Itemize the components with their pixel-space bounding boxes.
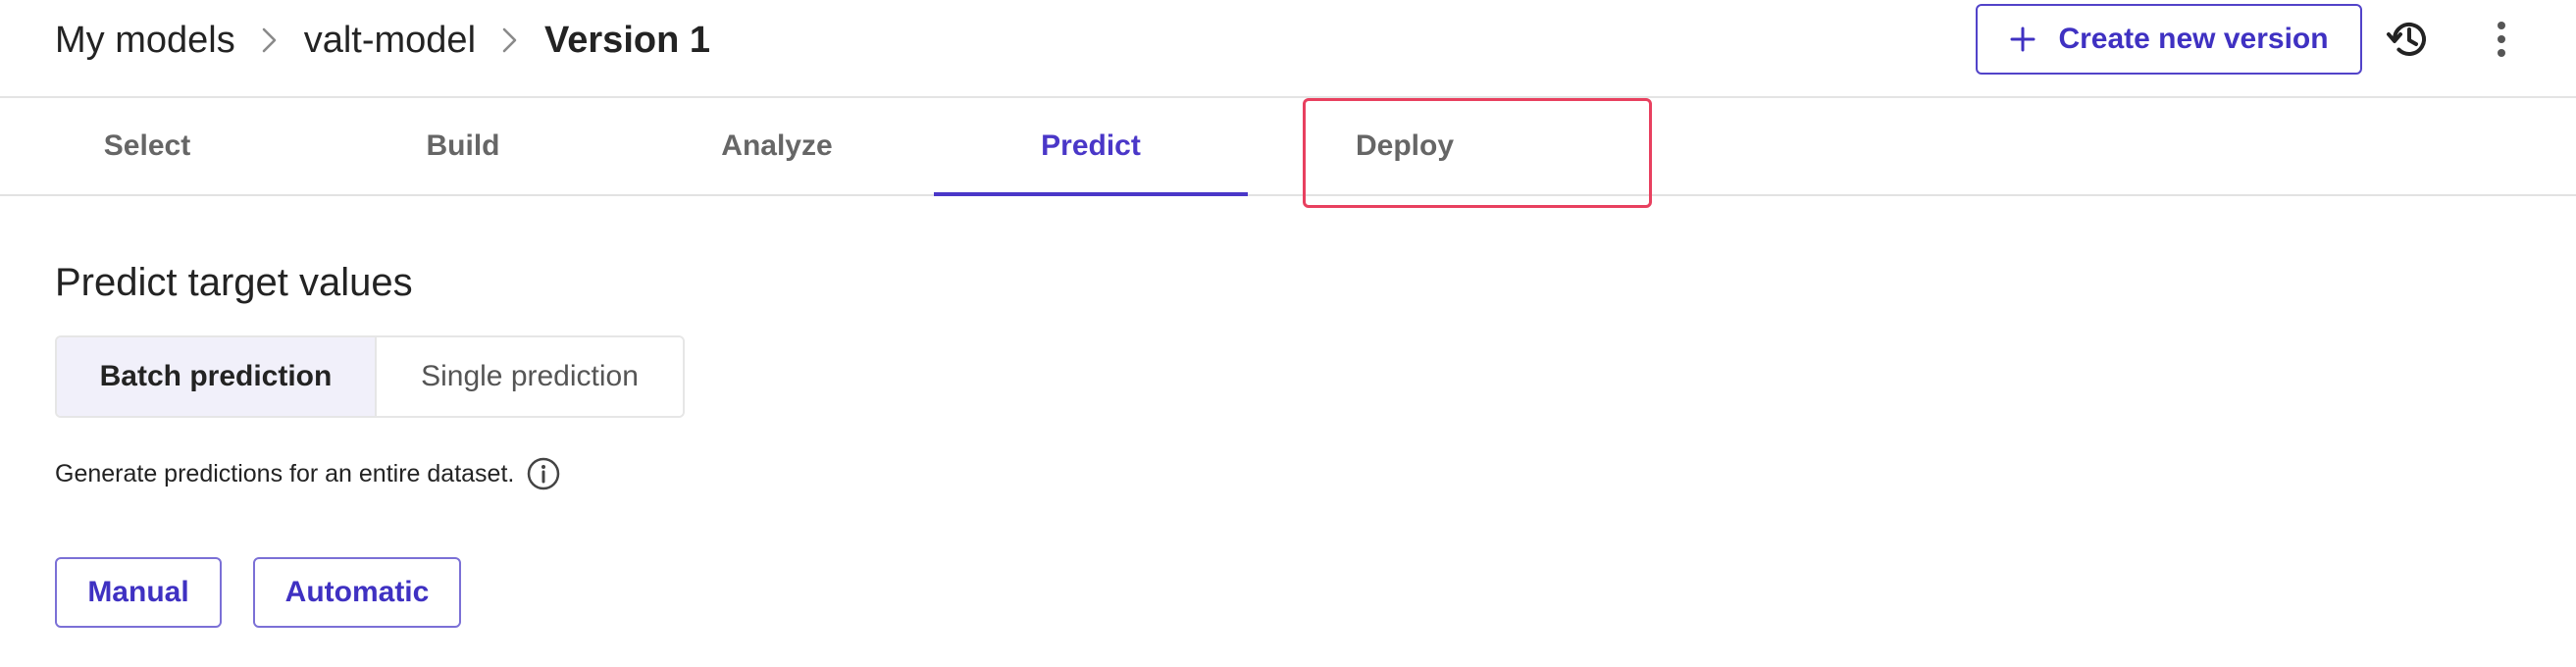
breadcrumb-valt-model[interactable]: valt-model [304, 20, 476, 62]
tab-analyze[interactable]: Analyze [620, 98, 934, 194]
workflow-tabs: Select Build Analyze Predict Deploy [0, 98, 2576, 196]
batch-prediction-option[interactable]: Batch prediction [57, 337, 377, 416]
info-icon[interactable] [526, 456, 561, 491]
manual-button[interactable]: Manual [55, 557, 222, 628]
section-title: Predict target values [55, 261, 413, 304]
more-options-button[interactable] [2472, 10, 2531, 69]
history-icon [2387, 23, 2426, 56]
chevron-right-icon [476, 14, 544, 67]
breadcrumb: My models valt-model Version 1 [55, 14, 710, 67]
more-vertical-icon [2498, 22, 2505, 57]
chevron-right-icon [235, 14, 304, 67]
description-text: Generate predictions for an entire datas… [55, 459, 515, 487]
tab-deploy[interactable]: Deploy [1248, 98, 1562, 194]
prediction-mode-toggle: Batch prediction Single prediction [55, 335, 685, 418]
tab-predict[interactable]: Predict [934, 98, 1248, 196]
create-new-version-button[interactable]: Create new version [1976, 4, 2362, 75]
single-prediction-option[interactable]: Single prediction [377, 337, 683, 416]
automatic-button[interactable]: Automatic [253, 557, 461, 628]
version-history-button[interactable] [2380, 10, 2439, 69]
tab-build[interactable]: Build [306, 98, 620, 194]
plus-icon [2010, 26, 2035, 52]
page: My models valt-model Version 1 Create ne… [0, 0, 2576, 667]
breadcrumb-current-version: Version 1 [544, 19, 710, 61]
tab-select[interactable]: Select [0, 98, 304, 194]
breadcrumb-my-models[interactable]: My models [55, 20, 235, 62]
create-new-version-label: Create new version [2058, 23, 2329, 55]
prediction-description: Generate predictions for an entire datas… [55, 451, 561, 496]
header: My models valt-model Version 1 Create ne… [0, 0, 2576, 98]
